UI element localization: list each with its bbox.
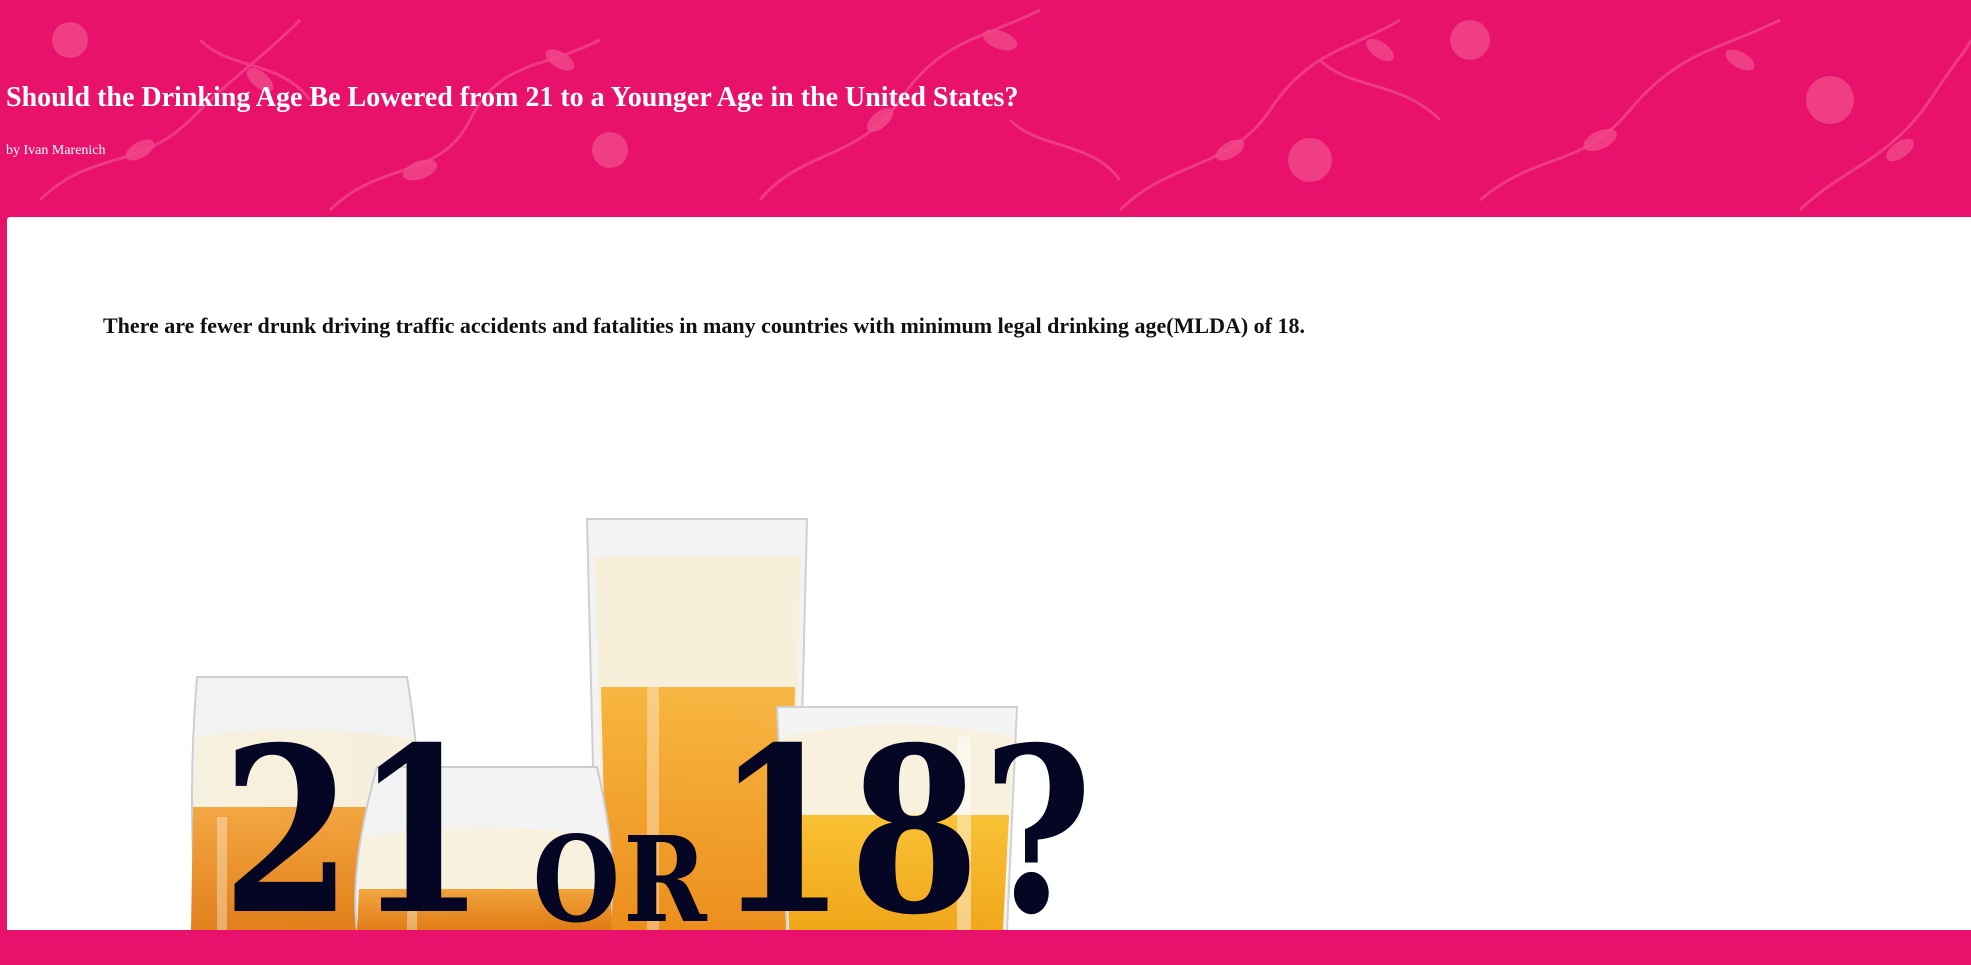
page-title: Should the Drinking Age Be Lowered from … xyxy=(6,82,1019,113)
lead-paragraph: There are fewer drunk driving traffic ac… xyxy=(103,313,1305,338)
article-header: Should the Drinking Age Be Lowered from … xyxy=(0,0,1971,216)
hero-left-number: 21 xyxy=(222,697,489,965)
hero-connector: OR xyxy=(532,810,711,949)
article-content-card: There are fewer drunk driving traffic ac… xyxy=(7,217,1971,945)
author-byline: by Ivan Marenich xyxy=(6,143,106,158)
hero-headline: 21 OR 18? xyxy=(222,717,1179,945)
hero-right-number: 18? xyxy=(716,697,1096,965)
